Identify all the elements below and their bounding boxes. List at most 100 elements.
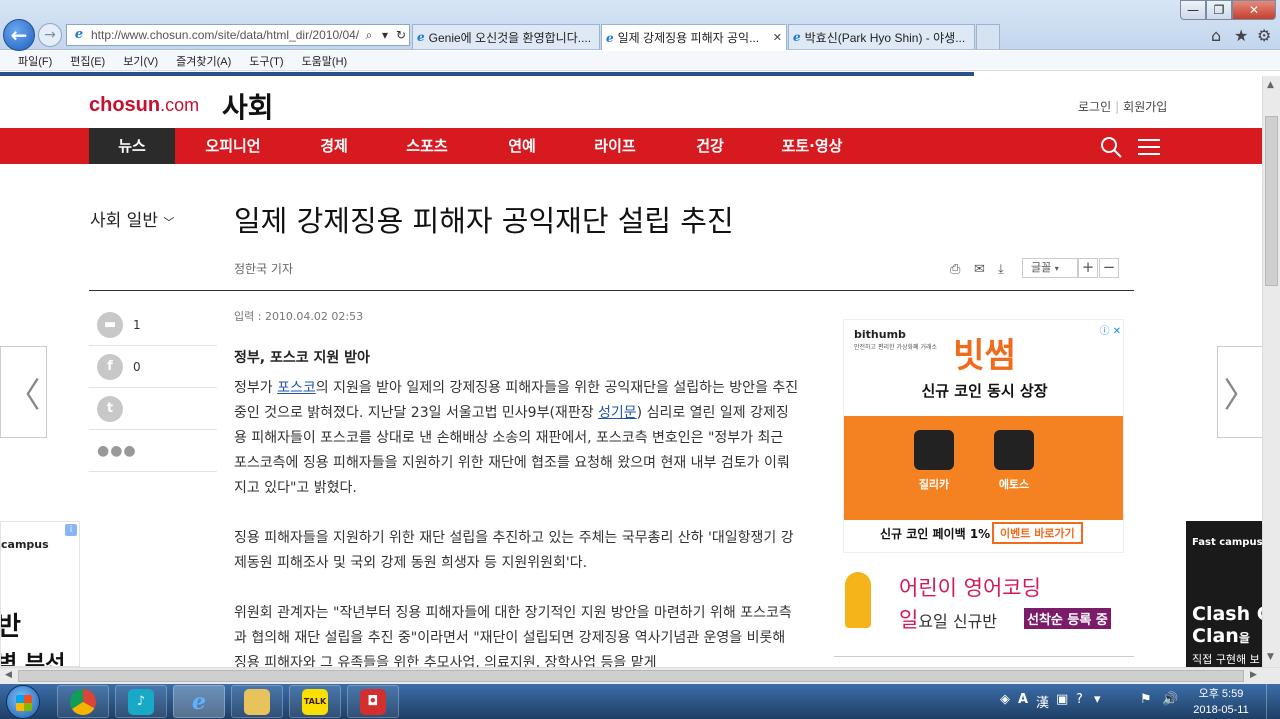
text: 을 — [1238, 631, 1250, 645]
ad-right-banner[interactable]: Fast campus Clash C Clan을 직접 구현해 보 — [1186, 521, 1262, 667]
scroll-left-icon[interactable]: ◀ — [5, 670, 12, 680]
home-icon[interactable]: ⌂ — [1211, 26, 1221, 45]
ad-coin-zilliqa: 질리카 — [904, 430, 964, 492]
font-size-decrease-button[interactable]: − — [1099, 258, 1119, 278]
main-nav: 뉴스 오피니언 경제 스포츠 연예 라이프 건강 포토·영상 — [0, 128, 1262, 164]
nav-opinion[interactable]: 오피니언 — [188, 128, 278, 164]
ad-coin-ethos: 에토스 — [984, 430, 1044, 492]
menu-edit[interactable]: 편집(E) — [70, 53, 105, 69]
join-link[interactable]: 회원가입 — [1123, 100, 1167, 114]
nav-entertainment[interactable]: 연예 — [492, 128, 552, 164]
taskbar-kakaotalk[interactable]: TALK — [289, 685, 341, 718]
search-icon[interactable] — [1100, 136, 1122, 158]
scroll-thumb[interactable] — [18, 670, 1244, 682]
nav-health[interactable]: 건강 — [680, 128, 740, 164]
separator: | — [1115, 100, 1120, 114]
restore-icon: ❐ — [1213, 3, 1225, 17]
ime-icon[interactable]: A — [1018, 692, 1028, 707]
dropdown-icon[interactable]: ▾ — [377, 28, 393, 42]
menu-favorites[interactable]: 즐겨찾기(A) — [176, 53, 231, 69]
article-body: 정부가 포스코의 지원을 받아 일제의 강제징용 피해자들을 위한 공익재단을 … — [234, 376, 799, 701]
ad-bithumb[interactable]: bithumb 안전하고 편리한 가상화폐 거래소 빗썸 신규 코인 동시 상장… — [843, 319, 1124, 553]
nav-photo-video[interactable]: 포토·영상 — [770, 128, 854, 164]
close-tab-icon[interactable]: ✕ — [773, 31, 782, 44]
taskbar-app[interactable]: ◘ — [347, 685, 399, 718]
close-window-button[interactable]: ✕ — [1232, 0, 1276, 20]
taskbar-ie[interactable]: e — [173, 685, 225, 718]
comment-icon: ▬ — [97, 311, 123, 338]
minimize-button[interactable]: — — [1180, 0, 1206, 20]
refresh-icon[interactable]: ↻ — [393, 28, 409, 42]
nav-news[interactable]: 뉴스 — [89, 128, 175, 164]
more-share[interactable]: ●●● — [89, 430, 217, 472]
favorites-star-icon[interactable]: ★ — [1234, 26, 1248, 45]
email-icon[interactable]: ✉ — [974, 262, 985, 277]
speaker-icon[interactable]: 🔊 — [1162, 692, 1178, 707]
comment-share[interactable]: ▬ 1 — [89, 304, 217, 346]
ad-left-banner[interactable]: campus 반 벽 부선 i — [0, 521, 80, 667]
scroll-right-icon[interactable]: ▶ — [1250, 670, 1257, 680]
forward-button[interactable]: → — [38, 23, 62, 47]
tab-genie[interactable]: e Genie에 오신것을 환영합니다.... — [412, 24, 600, 49]
tray-icon[interactable]: ◈ — [1000, 692, 1010, 707]
nav-economy[interactable]: 경제 — [304, 128, 364, 164]
twitter-share[interactable]: t — [89, 388, 217, 430]
ad-info-icon[interactable]: i — [65, 524, 77, 536]
nav-sports[interactable]: 스포츠 — [392, 128, 462, 164]
horizontal-scrollbar[interactable]: ◀ ▶ — [0, 667, 1280, 684]
login-link[interactable]: 로그인 — [1078, 100, 1111, 114]
chevron-down-icon[interactable]: ▾ — [1094, 692, 1101, 707]
close-icon: ✕ — [1248, 3, 1260, 17]
ad-choices-icon[interactable]: ⓘ ✕ — [1099, 322, 1121, 337]
address-bar[interactable]: e http://www.chosun.com/site/data/html_d… — [66, 24, 410, 46]
help-icon[interactable]: ? — [1076, 692, 1083, 707]
tab-article[interactable]: e 일제 강제징용 피해자 공익... ✕ — [601, 24, 787, 50]
hamburger-menu-icon[interactable] — [1138, 136, 1160, 156]
maximize-button[interactable]: ❐ — [1206, 0, 1232, 20]
menu-tools[interactable]: 도구(T) — [249, 53, 283, 69]
gear-icon[interactable]: ⚙ — [1257, 26, 1271, 45]
section-dropdown[interactable]: 사회 일반 ﹀ — [90, 206, 174, 231]
tray-icon[interactable]: ▣ — [1056, 692, 1068, 707]
menu-file[interactable]: 파일(F) — [18, 53, 52, 69]
search-icon[interactable]: ⌕ — [361, 28, 377, 43]
taskbar-chrome[interactable] — [57, 685, 109, 718]
menu-help[interactable]: 도움말(H) — [302, 53, 348, 69]
text: Clan — [1192, 625, 1239, 647]
ad-cta-button[interactable]: 이벤트 바로가기 — [992, 522, 1083, 544]
address-url[interactable]: http://www.chosun.com/site/data/html_dir… — [91, 28, 361, 42]
font-size-increase-button[interactable]: + — [1078, 258, 1098, 278]
vertical-scrollbar[interactable]: ▲ ▼ — [1262, 76, 1280, 667]
scroll-up-icon[interactable]: ▲ — [1267, 80, 1274, 90]
nav-life[interactable]: 라이프 — [580, 128, 650, 164]
font-select[interactable]: 글꼴 ▾ — [1022, 258, 1078, 278]
facebook-share[interactable]: f 0 — [89, 346, 217, 388]
byline[interactable]: 정한국 기자 — [234, 260, 293, 277]
logo-suffix: .com — [160, 95, 200, 115]
section-logo[interactable]: 사회 — [222, 86, 274, 126]
share-column: ▬ 1 f 0 t ●●● — [89, 304, 217, 472]
ethos-logo-icon — [994, 430, 1034, 470]
link-posco[interactable]: 포스코 — [277, 380, 316, 396]
site-logo[interactable]: chosun.com — [89, 94, 199, 117]
tab-music[interactable]: e 박효신(Park Hyo Shin) - 야생... — [788, 24, 975, 49]
flag-icon[interactable]: ⚑ — [1140, 692, 1152, 707]
back-button[interactable]: ← — [3, 19, 35, 51]
scroll-thumb[interactable] — [1265, 116, 1278, 286]
menu-view[interactable]: 보기(V) — [123, 53, 158, 69]
start-button[interactable] — [6, 685, 40, 719]
download-icon[interactable]: ⤓ — [998, 262, 1004, 277]
ad-coding[interactable]: 어린이 영어코딩 일요일 신규반 선착순 등록 중 — [843, 562, 1124, 647]
hanja-icon[interactable]: 漢 — [1036, 692, 1049, 711]
taskbar-genie[interactable]: ♪ — [115, 685, 167, 718]
taskbar-explorer[interactable] — [231, 685, 283, 718]
prev-article-button[interactable]: 〈 — [0, 346, 47, 438]
link-judge[interactable]: 성기문 — [598, 405, 637, 421]
new-tab-button[interactable] — [976, 24, 1000, 49]
print-icon[interactable]: ⎙ — [950, 262, 960, 277]
scroll-down-icon[interactable]: ▼ — [1267, 652, 1274, 662]
text: 정부가 — [234, 380, 278, 396]
next-article-button[interactable]: 〉 — [1217, 346, 1264, 438]
show-desktop-button[interactable] — [1266, 684, 1280, 719]
clock[interactable]: 오후 5:59 2018-05-11 — [1186, 686, 1256, 718]
